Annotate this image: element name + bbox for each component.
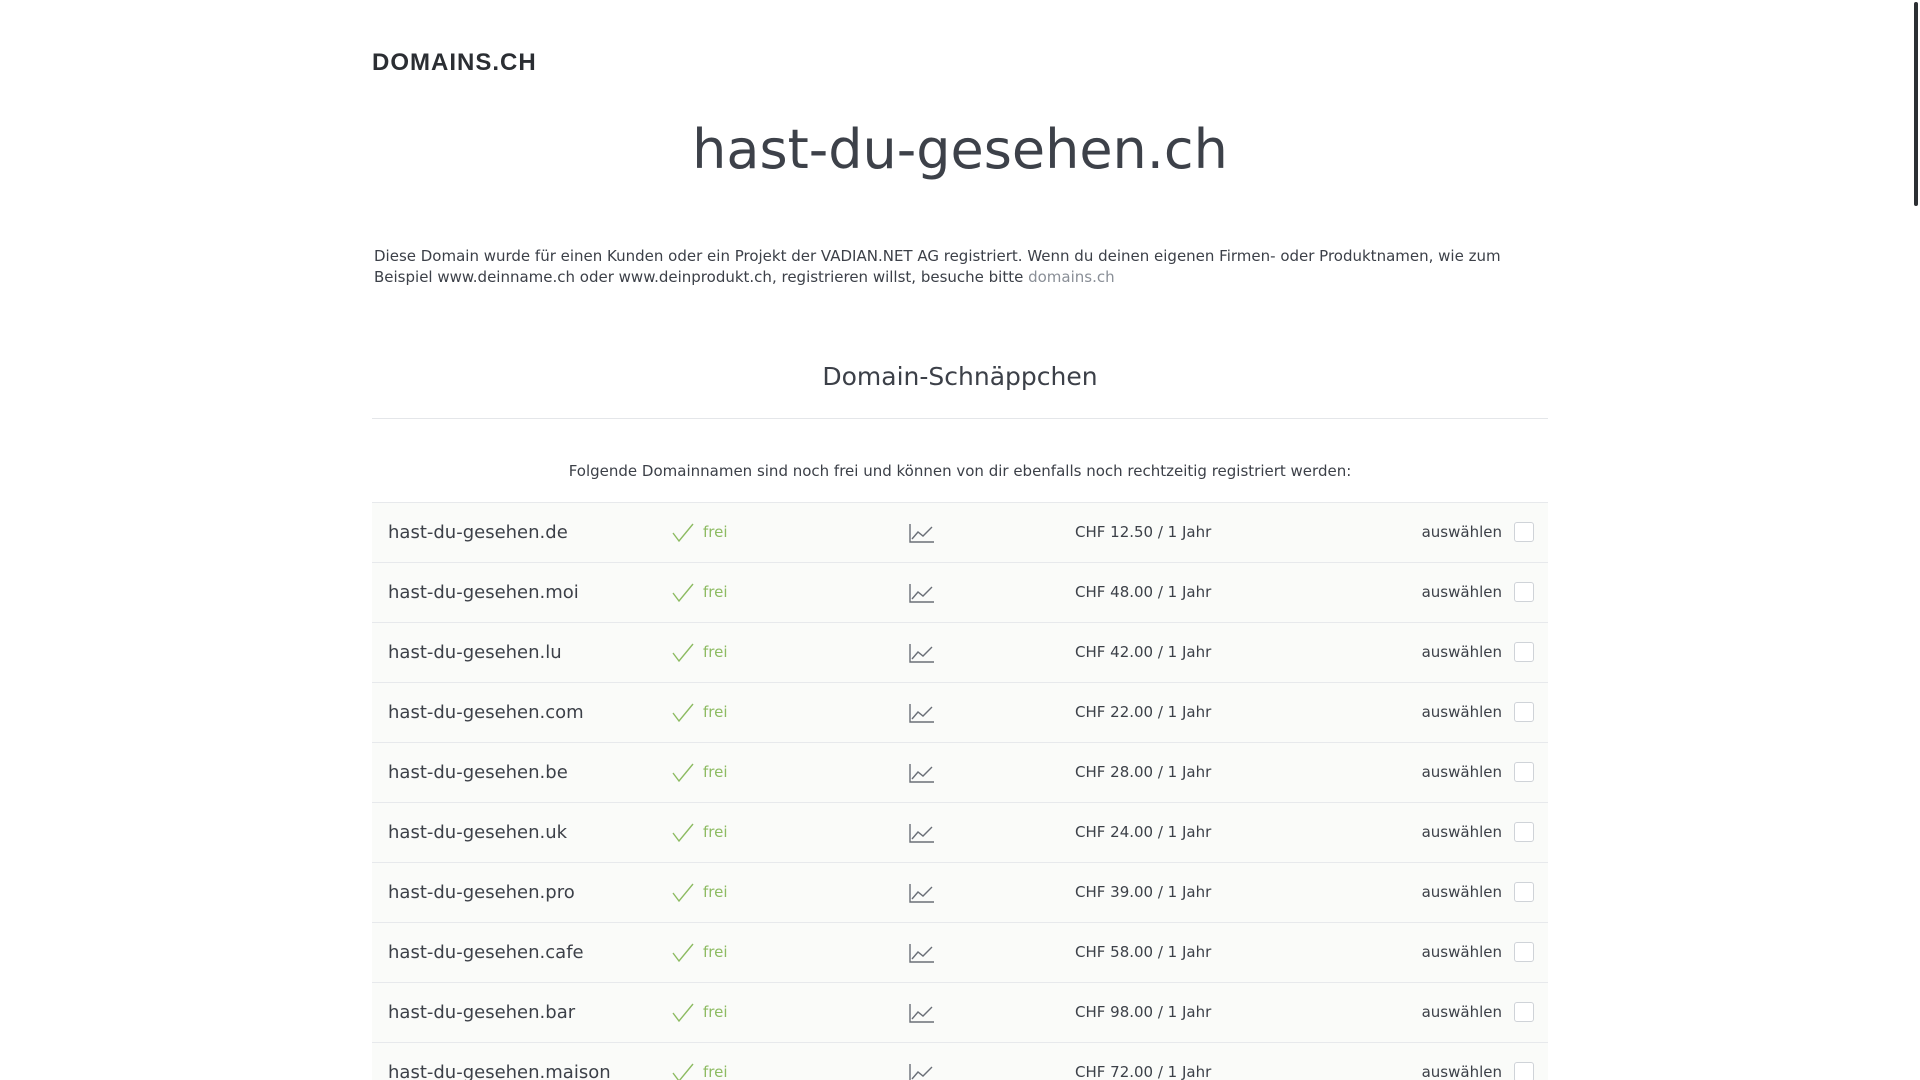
domain-price: CHF 24.00 / 1 Jahr — [1075, 823, 1212, 841]
availability-status: frei — [703, 943, 728, 961]
domain-row: hast-du-gesehen.pro frei CHF 39.00 / 1 J… — [372, 863, 1548, 923]
line-chart-icon[interactable] — [909, 643, 935, 663]
intro-text: Diese Domain wurde für einen Kunden oder… — [374, 247, 1501, 286]
select-label[interactable]: auswählen — [1422, 983, 1502, 1042]
availability-status: frei — [703, 883, 728, 901]
domain-row: hast-du-gesehen.uk frei CHF 24.00 / 1 Ja… — [372, 803, 1548, 863]
line-chart-icon[interactable] — [909, 823, 935, 843]
domain-title: hast-du-gesehen.ch — [692, 118, 1228, 181]
domain-name: hast-du-gesehen.lu — [388, 642, 562, 663]
domain-name: hast-du-gesehen.maison — [388, 1062, 611, 1080]
domain-row: hast-du-gesehen.cafe frei CHF 58.00 / 1 … — [372, 923, 1548, 983]
domain-price: CHF 72.00 / 1 Jahr — [1075, 1063, 1212, 1080]
scrollbar[interactable] — [1912, 0, 1920, 1080]
checkmark-icon — [672, 1003, 694, 1023]
line-chart-icon[interactable] — [909, 763, 935, 783]
line-chart-icon[interactable] — [909, 1003, 935, 1023]
availability-status: frei — [703, 643, 728, 661]
domain-row: hast-du-gesehen.maison frei CHF 72.00 / … — [372, 1043, 1548, 1080]
domain-name: hast-du-gesehen.pro — [388, 882, 575, 903]
page: DOMAINS.CH hast-du-gesehen.ch Diese Doma… — [0, 0, 1920, 1080]
intro-paragraph: Diese Domain wurde für einen Kunden oder… — [374, 246, 1546, 288]
domain-name: hast-du-gesehen.cafe — [388, 942, 584, 963]
select-label[interactable]: auswählen — [1422, 623, 1502, 682]
line-chart-icon[interactable] — [909, 1063, 935, 1080]
availability-status: frei — [703, 523, 728, 541]
checkmark-icon — [672, 823, 694, 843]
domain-row: hast-du-gesehen.bar frei CHF 98.00 / 1 J… — [372, 983, 1548, 1043]
checkmark-icon — [672, 1063, 694, 1080]
domain-name: hast-du-gesehen.be — [388, 762, 568, 783]
select-label[interactable]: auswählen — [1422, 923, 1502, 982]
availability-status: frei — [703, 823, 728, 841]
domain-name: hast-du-gesehen.de — [388, 522, 568, 543]
domain-price: CHF 39.00 / 1 Jahr — [1075, 883, 1212, 901]
line-chart-icon[interactable] — [909, 943, 935, 963]
domain-name: hast-du-gesehen.uk — [388, 822, 568, 843]
domain-price: CHF 58.00 / 1 Jahr — [1075, 943, 1212, 961]
domain-price: CHF 48.00 / 1 Jahr — [1075, 583, 1212, 601]
checkmark-icon — [672, 943, 694, 963]
availability-status: frei — [703, 583, 728, 601]
line-chart-icon[interactable] — [909, 523, 935, 543]
select-label[interactable]: auswählen — [1422, 863, 1502, 922]
domain-price: CHF 98.00 / 1 Jahr — [1075, 1003, 1212, 1021]
select-checkbox[interactable] — [1514, 822, 1534, 842]
scrollbar-thumb[interactable] — [1914, 2, 1918, 206]
domain-row: hast-du-gesehen.be frei CHF 28.00 / 1 Ja… — [372, 743, 1548, 803]
section-title: Domain-Schnäppchen — [822, 362, 1098, 391]
checkmark-icon — [672, 523, 694, 543]
select-checkbox[interactable] — [1514, 642, 1534, 662]
availability-status: frei — [703, 1063, 728, 1080]
domain-price: CHF 28.00 / 1 Jahr — [1075, 763, 1212, 781]
checkmark-icon — [672, 883, 694, 903]
select-checkbox[interactable] — [1514, 582, 1534, 602]
availability-status: frei — [703, 763, 728, 781]
select-label[interactable]: auswählen — [1422, 743, 1502, 802]
domain-name: hast-du-gesehen.bar — [388, 1002, 576, 1023]
domain-row: hast-du-gesehen.moi frei CHF 48.00 / 1 J… — [372, 563, 1548, 623]
select-checkbox[interactable] — [1514, 522, 1534, 542]
select-checkbox[interactable] — [1514, 882, 1534, 902]
domain-price: CHF 12.50 / 1 Jahr — [1075, 523, 1212, 541]
select-checkbox[interactable] — [1514, 762, 1534, 782]
section-subtitle: Folgende Domainnamen sind noch frei und … — [568, 462, 1352, 480]
select-label[interactable]: auswählen — [1422, 563, 1502, 622]
select-label[interactable]: auswählen — [1422, 803, 1502, 862]
select-checkbox[interactable] — [1514, 942, 1534, 962]
domain-row: hast-du-gesehen.com frei CHF 22.00 / 1 J… — [372, 683, 1548, 743]
checkmark-icon — [672, 703, 694, 723]
domain-table: hast-du-gesehen.de frei CHF 12.50 / 1 Ja… — [372, 502, 1548, 1080]
select-label[interactable]: auswählen — [1422, 1043, 1502, 1080]
line-chart-icon[interactable] — [909, 883, 935, 903]
domain-row: hast-du-gesehen.lu frei CHF 42.00 / 1 Ja… — [372, 623, 1548, 683]
select-checkbox[interactable] — [1514, 1062, 1534, 1080]
domain-row: hast-du-gesehen.de frei CHF 12.50 / 1 Ja… — [372, 503, 1548, 563]
availability-status: frei — [703, 1003, 728, 1021]
select-checkbox[interactable] — [1514, 702, 1534, 722]
domain-price: CHF 22.00 / 1 Jahr — [1075, 703, 1212, 721]
domain-name: hast-du-gesehen.com — [388, 702, 584, 723]
line-chart-icon[interactable] — [909, 703, 935, 723]
checkmark-icon — [672, 643, 694, 663]
select-label[interactable]: auswählen — [1422, 683, 1502, 742]
availability-status: frei — [703, 703, 728, 721]
domain-price: CHF 42.00 / 1 Jahr — [1075, 643, 1212, 661]
line-chart-icon[interactable] — [909, 583, 935, 603]
domain-name: hast-du-gesehen.moi — [388, 582, 579, 603]
domains-ch-link[interactable]: domains.ch — [1028, 268, 1115, 286]
checkmark-icon — [672, 763, 694, 783]
select-checkbox[interactable] — [1514, 1002, 1534, 1022]
select-label[interactable]: auswählen — [1422, 503, 1502, 562]
site-logo[interactable]: DOMAINS.CH — [372, 49, 537, 77]
section-divider — [372, 418, 1548, 419]
checkmark-icon — [672, 583, 694, 603]
